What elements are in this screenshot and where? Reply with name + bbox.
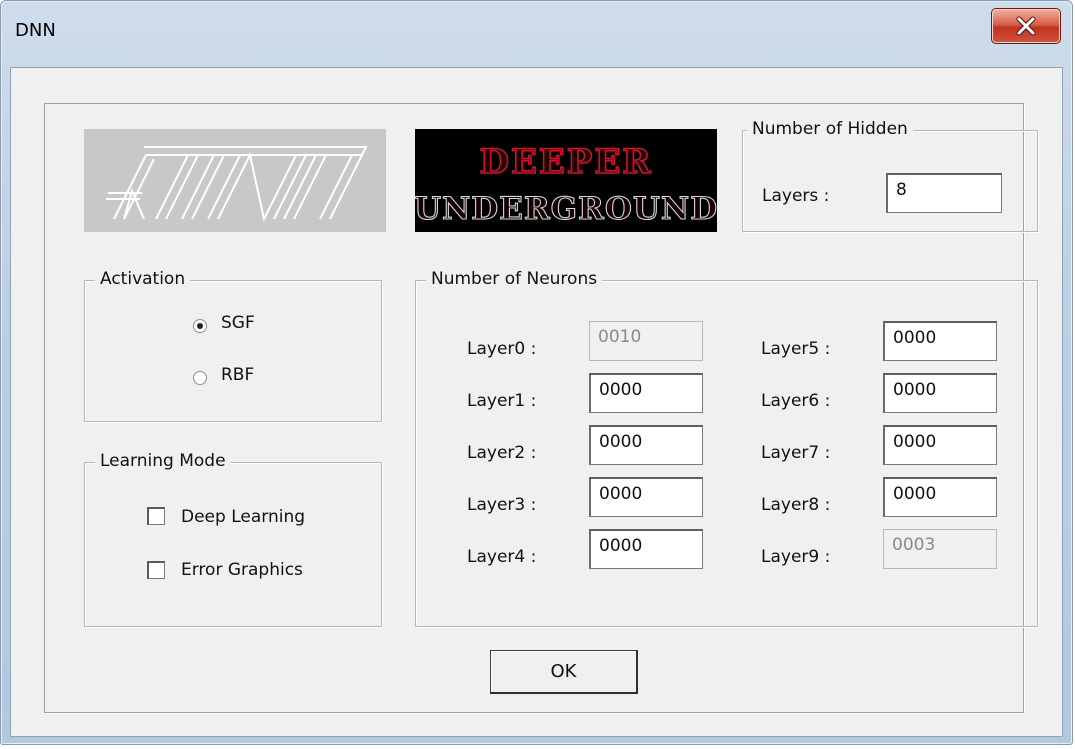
close-icon bbox=[1016, 16, 1036, 36]
layer4-label: Layer4 : bbox=[467, 547, 537, 567]
layer8-label: Layer8 : bbox=[761, 495, 831, 515]
layer9-label: Layer9 : bbox=[761, 547, 831, 567]
layer3-input[interactable]: 0000 bbox=[589, 477, 703, 517]
radio-selected-icon bbox=[197, 323, 203, 329]
hidden-layers-input[interactable]: 8 bbox=[886, 173, 1002, 213]
atint-logo bbox=[84, 129, 386, 232]
activation-group-title: Activation bbox=[95, 269, 191, 289]
layer1-label: Layer1 : bbox=[467, 391, 537, 411]
error-graphics-label[interactable]: Error Graphics bbox=[181, 560, 303, 580]
layer2-label: Layer2 : bbox=[467, 443, 537, 463]
ok-button[interactable]: OK bbox=[490, 650, 638, 694]
radio-sgf-label[interactable]: SGF bbox=[221, 313, 255, 333]
title-bar[interactable]: DNN bbox=[1, 1, 1072, 67]
layer4-input[interactable]: 0000 bbox=[589, 529, 703, 569]
layer2-input[interactable]: 0000 bbox=[589, 425, 703, 465]
layer3-label: Layer3 : bbox=[467, 495, 537, 515]
layer5-label: Layer5 : bbox=[761, 339, 831, 359]
window-title: DNN bbox=[15, 20, 56, 41]
layer0-input: 0010 bbox=[589, 321, 703, 361]
deep-learning-label[interactable]: Deep Learning bbox=[181, 507, 305, 527]
hidden-layers-group: Number of Hidden Layers : 8 bbox=[742, 119, 1038, 232]
layer7-label: Layer7 : bbox=[761, 443, 831, 463]
radio-sgf[interactable] bbox=[193, 319, 207, 333]
error-graphics-checkbox[interactable] bbox=[147, 561, 165, 579]
layer6-label: Layer6 : bbox=[761, 391, 831, 411]
layer1-input[interactable]: 0000 bbox=[589, 373, 703, 413]
layer0-label: Layer0 : bbox=[467, 339, 537, 359]
layer7-input[interactable]: 0000 bbox=[883, 425, 997, 465]
layer8-input[interactable]: 0000 bbox=[883, 477, 997, 517]
svg-text:UNDERGROUND: UNDERGROUND bbox=[415, 191, 717, 227]
svg-text:DEEPER: DEEPER bbox=[479, 142, 652, 182]
layer5-input[interactable]: 0000 bbox=[883, 321, 997, 361]
activation-group: Activation SGF RBF bbox=[84, 269, 382, 422]
deep-learning-checkbox[interactable] bbox=[147, 507, 165, 525]
deeper-underground-logo: DEEPER UNDERGROUND bbox=[413, 129, 718, 232]
dialog-client-area: DEEPER UNDERGROUND Number of Hidden Laye… bbox=[10, 67, 1063, 737]
layer9-input: 0003 bbox=[883, 529, 997, 569]
main-panel: DEEPER UNDERGROUND Number of Hidden Laye… bbox=[44, 103, 1038, 713]
hidden-group-title: Number of Hidden bbox=[747, 119, 913, 139]
close-button[interactable] bbox=[991, 8, 1061, 44]
layers-label: Layers : bbox=[762, 186, 830, 206]
learning-mode-group: Learning Mode Deep Learning Error Graphi… bbox=[84, 451, 382, 627]
radio-rbf-label[interactable]: RBF bbox=[221, 365, 254, 385]
dialog-window: DNN DEEPER UNDERGROUND Number of Hidden … bbox=[0, 0, 1073, 745]
layer6-input[interactable]: 0000 bbox=[883, 373, 997, 413]
learning-group-title: Learning Mode bbox=[95, 451, 231, 471]
radio-rbf[interactable] bbox=[193, 371, 207, 385]
neurons-group-title: Number of Neurons bbox=[426, 269, 603, 289]
neurons-group: Number of Neurons Layer0 : 0010 Layer1 :… bbox=[415, 269, 1038, 627]
